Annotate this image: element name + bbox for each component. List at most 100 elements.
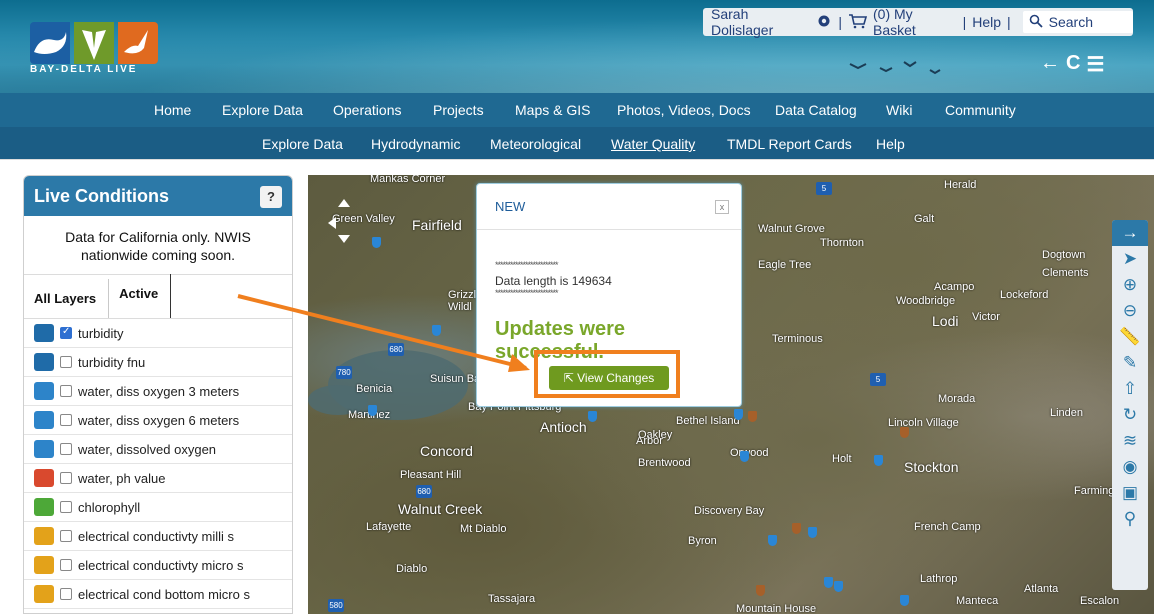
header-banner: BAY-DELTA LIVE Sarah Dolislager | (0) My…	[0, 0, 1154, 93]
station-marker[interactable]	[368, 405, 377, 416]
subnav-meteorological[interactable]: Meteorological	[490, 136, 581, 152]
station-marker[interactable]	[808, 527, 817, 538]
map-label: Escalon	[1080, 595, 1120, 607]
refresh-icon[interactable]: C	[1066, 52, 1080, 77]
layer-checkbox[interactable]	[60, 356, 72, 368]
subnav-water-quality[interactable]: Water Quality	[611, 136, 695, 152]
map-label: Lathrop	[920, 573, 958, 585]
zoom-in-icon[interactable]: ⊕	[1115, 272, 1145, 298]
layer-item[interactable]: water, ph value	[24, 464, 292, 493]
layer-label: water, diss oxygen 6 meters	[78, 412, 240, 428]
popup-title: NEW	[495, 199, 526, 214]
map-pan-control[interactable]	[326, 197, 362, 245]
station-marker[interactable]	[740, 451, 749, 462]
subnav-hydrodynamic[interactable]: Hydrodynamic	[371, 136, 460, 152]
list-menu-icon[interactable]: ☰	[1086, 52, 1104, 77]
map-label: Discovery Bay	[694, 505, 765, 517]
measure-ruler-icon[interactable]: 📏	[1115, 324, 1145, 350]
layer-checkbox[interactable]	[60, 326, 72, 339]
station-marker[interactable]	[756, 585, 765, 596]
station-marker[interactable]	[768, 535, 777, 546]
layer-item[interactable]: water, dissolved oxygen	[24, 435, 292, 464]
panel-title: Live Conditions	[34, 186, 169, 206]
layer-label: electrical conductivty milli s	[78, 528, 235, 544]
pointer-icon[interactable]: ➤	[1115, 246, 1145, 272]
map-label: Benicia	[356, 383, 393, 395]
upload-icon[interactable]: ⇧	[1115, 376, 1145, 402]
map-label: Arbor	[636, 435, 663, 447]
layer-checkbox[interactable]	[60, 530, 72, 542]
nav-home[interactable]: Home	[154, 102, 191, 118]
nav-operations[interactable]: Operations	[333, 102, 401, 118]
layer-checkbox[interactable]	[60, 414, 72, 426]
conductivity-icon	[34, 556, 54, 574]
layer-label: water, diss oxygen 3 meters	[78, 383, 240, 399]
globe-icon[interactable]: ◉	[1115, 454, 1145, 480]
station-marker[interactable]	[588, 411, 597, 422]
layer-item[interactable]: water, diss oxygen 3 meters	[24, 377, 292, 406]
station-marker[interactable]	[824, 577, 833, 588]
layer-checkbox[interactable]	[60, 443, 72, 455]
search-input[interactable]: Search	[1022, 11, 1133, 33]
turbidity-icon	[34, 353, 54, 371]
draw-pencil-icon[interactable]: ✎	[1115, 350, 1145, 376]
layer-item[interactable]: chlorophyll	[24, 493, 292, 522]
station-marker[interactable]	[734, 409, 743, 420]
layers-icon[interactable]: ≋	[1115, 428, 1145, 454]
close-button[interactable]: x	[715, 200, 729, 214]
reset-icon[interactable]: ↻	[1115, 402, 1145, 428]
help-link[interactable]: Help	[972, 14, 1001, 30]
site-logo[interactable]: BAY-DELTA LIVE	[30, 22, 170, 78]
basket-link[interactable]: (0) My Basket	[848, 6, 957, 38]
nav-photos-videos-docs[interactable]: Photos, Videos, Docs	[617, 102, 751, 118]
layer-label: water, dissolved oxygen	[78, 441, 217, 457]
nav-community[interactable]: Community	[945, 102, 1016, 118]
layer-checkbox[interactable]	[60, 472, 72, 484]
tab-active[interactable]: Active	[109, 274, 172, 318]
search-icon[interactable]: ⚲	[1115, 506, 1145, 532]
annotation-arrow-icon	[237, 294, 530, 372]
station-marker[interactable]	[900, 595, 909, 606]
station-marker[interactable]	[900, 427, 909, 438]
layer-label: chlorophyll	[78, 499, 141, 515]
back-arrow-icon[interactable]: ←	[1040, 52, 1060, 77]
highway-shield-icon: 5	[870, 373, 886, 386]
collapse-arrow-icon[interactable]: →	[1112, 220, 1148, 246]
subnav-help[interactable]: Help	[876, 136, 905, 152]
nav-data-catalog[interactable]: Data Catalog	[775, 102, 857, 118]
help-button[interactable]: ?	[260, 186, 282, 208]
turbidity-icon	[34, 324, 54, 342]
fullscreen-icon[interactable]: ▣	[1115, 480, 1145, 506]
layer-item[interactable]: water, diss oxygen 6 meters	[24, 406, 292, 435]
layer-item[interactable]: electrical conductivty milli s	[24, 522, 292, 551]
station-marker[interactable]	[834, 581, 843, 592]
layer-checkbox[interactable]	[60, 588, 72, 600]
layer-checkbox[interactable]	[60, 559, 72, 571]
station-marker[interactable]	[372, 237, 381, 248]
station-marker[interactable]	[874, 455, 883, 466]
subnav-explore-data[interactable]: Explore Data	[262, 136, 343, 152]
layer-item[interactable]: electrical cond bottom micro s	[24, 580, 292, 609]
map-label: Linden	[1050, 407, 1084, 419]
map-label: Woodbridge	[896, 295, 956, 307]
layer-label: electrical conductivty micro s	[78, 557, 244, 573]
subnav-tmdl-report-cards[interactable]: TMDL Report Cards	[727, 136, 852, 152]
layer-item[interactable]: electrical conductivty micro s	[24, 551, 292, 580]
stars-line: *************************	[495, 260, 559, 270]
tab-all-layers[interactable]: All Layers	[34, 279, 110, 318]
layer-checkbox[interactable]	[60, 385, 72, 397]
gear-icon[interactable]	[816, 13, 832, 32]
map-label: Byron	[688, 535, 717, 547]
nav-explore-data[interactable]: Explore Data	[222, 102, 303, 118]
layer-checkbox[interactable]	[60, 501, 72, 513]
user-menu[interactable]: Sarah Dolislager	[711, 6, 832, 38]
zoom-out-icon[interactable]: ⊖	[1115, 298, 1145, 324]
station-marker[interactable]	[792, 523, 801, 534]
cart-icon	[848, 13, 868, 32]
nav-wiki[interactable]: Wiki	[886, 102, 912, 118]
nav-maps-gis[interactable]: Maps & GIS	[515, 102, 590, 118]
map-label: Acampo	[934, 281, 975, 293]
nav-projects[interactable]: Projects	[433, 102, 484, 118]
map-label: Atlanta	[1024, 583, 1059, 595]
station-marker[interactable]	[748, 411, 757, 422]
